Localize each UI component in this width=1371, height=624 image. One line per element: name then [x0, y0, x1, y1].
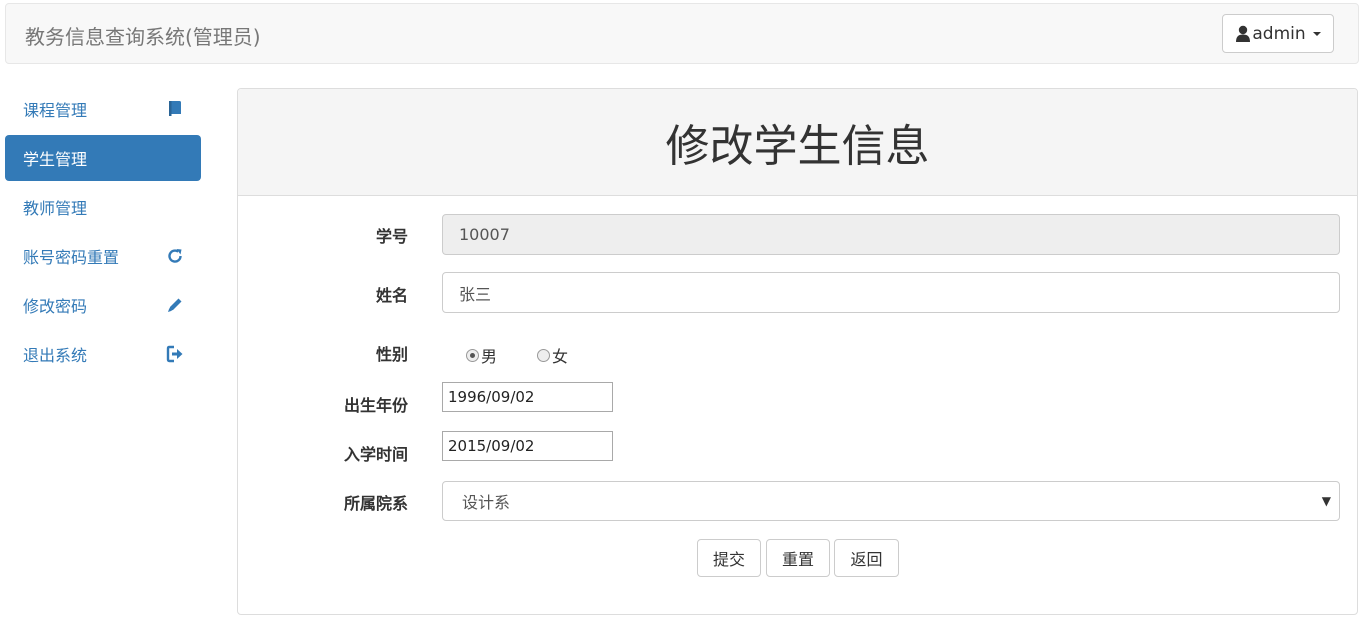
sidebar: 课程管理 学生管理 教师管理 账号密码重置 修改密码 退出系统	[5, 86, 201, 380]
user-name: admin	[1252, 23, 1306, 44]
reset-button[interactable]: 重置	[766, 539, 830, 577]
sidebar-item-label: 课程管理	[23, 101, 88, 120]
user-icon	[1236, 25, 1251, 42]
book-icon	[169, 101, 181, 116]
gender-male-label: 男	[481, 347, 498, 366]
top-navbar: 教务信息查询系统(管理员) admin	[5, 3, 1359, 64]
birth-label: 出生年份	[343, 396, 408, 415]
department-selected-value: 设计系	[462, 493, 511, 512]
birth-date-input[interactable]: 1996/09/02	[442, 382, 613, 412]
sidebar-item-logout[interactable]: 退出系统	[5, 331, 201, 377]
sidebar-item-change-password[interactable]: 修改密码	[5, 282, 201, 328]
department-label: 所属院系	[343, 494, 408, 513]
refresh-icon	[168, 249, 182, 263]
user-menu-button[interactable]: admin	[1222, 14, 1334, 53]
gender-female-label: 女	[552, 347, 569, 366]
caret-down-icon	[1312, 31, 1321, 36]
sidebar-item-password-reset[interactable]: 账号密码重置	[5, 233, 201, 279]
enroll-label: 入学时间	[343, 445, 408, 464]
panel-heading: 修改学生信息	[238, 89, 1357, 196]
sidebar-item-student[interactable]: 学生管理	[5, 135, 201, 181]
pencil-icon	[168, 298, 182, 312]
name-label: 姓名	[375, 286, 408, 305]
sidebar-item-label: 账号密码重置	[23, 248, 120, 267]
sidebar-item-course[interactable]: 课程管理	[5, 86, 201, 132]
chevron-down-icon: ▼	[1321, 494, 1331, 508]
department-select[interactable]: 设计系 ▼	[442, 481, 1340, 521]
enroll-date-input[interactable]: 2015/09/02	[442, 431, 613, 461]
gender-label: 性别	[375, 345, 408, 364]
page-title: 修改学生信息	[665, 121, 930, 172]
gender-radio-group: 男 女	[466, 343, 568, 367]
gender-male-radio[interactable]	[466, 348, 479, 362]
submit-button[interactable]: 提交	[697, 539, 761, 577]
sidebar-item-teacher[interactable]: 教师管理	[5, 184, 201, 230]
name-field[interactable]: 张三	[442, 272, 1340, 313]
logout-icon	[166, 345, 183, 363]
sidebar-item-label: 教师管理	[23, 199, 88, 218]
student-id-label: 学号	[375, 227, 408, 246]
edit-student-panel: 修改学生信息 学号 10007 姓名 张三 性别 男 女 出生年份 1996/0…	[237, 88, 1358, 615]
gender-female-radio[interactable]	[537, 348, 551, 362]
sidebar-item-label: 退出系统	[23, 346, 88, 365]
student-id-field[interactable]: 10007	[442, 214, 1340, 255]
back-button[interactable]: 返回	[834, 539, 899, 577]
app-title[interactable]: 教务信息查询系统(管理员)	[25, 21, 261, 50]
sidebar-item-label: 修改密码	[23, 297, 88, 316]
sidebar-item-label: 学生管理	[23, 150, 88, 169]
